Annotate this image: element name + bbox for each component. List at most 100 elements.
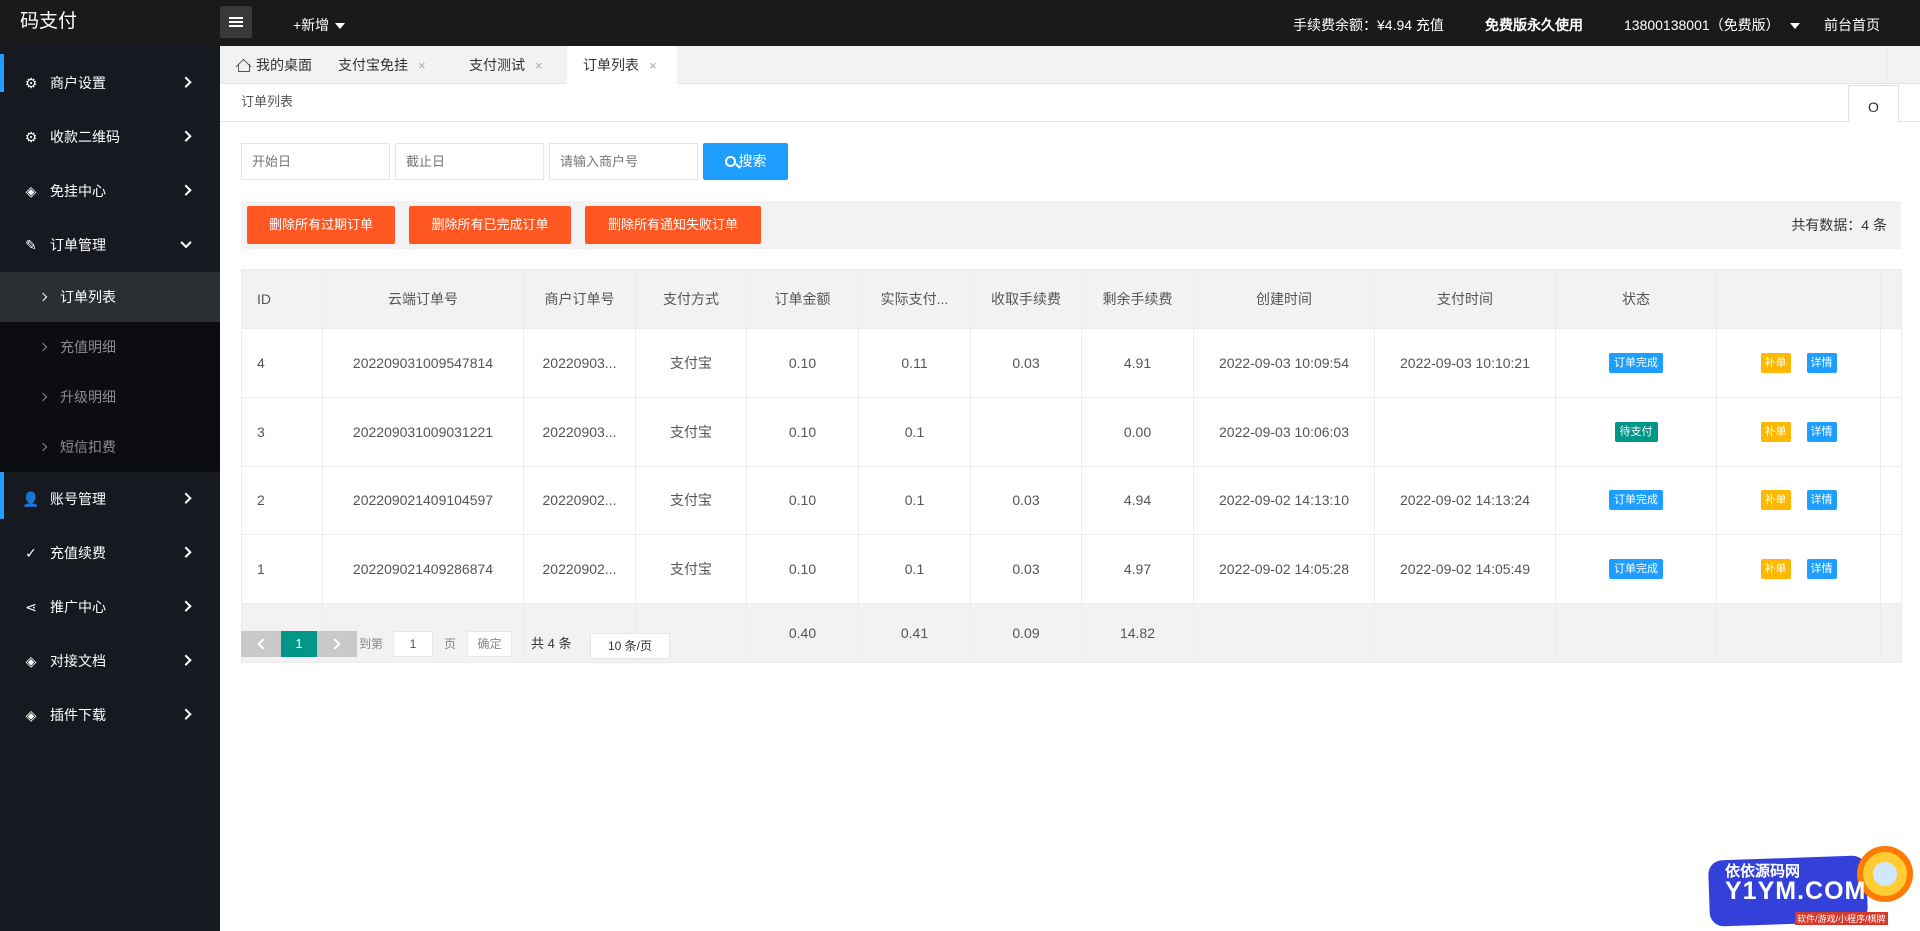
table-row: 3 202209031009031221 20220903... 支付宝 0.1… <box>241 396 1902 467</box>
column-header[interactable]: 商户订单号 <box>523 269 636 329</box>
sidebar-item-plugin-download[interactable]: ◈ 插件下载 <box>0 688 220 742</box>
delete-expired-button[interactable]: 删除所有过期订单 <box>247 206 395 244</box>
sidebar-item-api-docs[interactable]: ◈ 对接文档 <box>0 634 220 688</box>
tab-payment-test[interactable]: 支付测试 × <box>453 46 565 84</box>
total-remain: 14.82 <box>1081 603 1194 663</box>
cell-cloud-no: 202209021409104597 <box>322 465 524 536</box>
chevron-right-icon <box>38 442 48 452</box>
sidebar-item-order-management[interactable]: ✎ 订单管理 <box>0 218 220 272</box>
cell-created: 2022-09-02 14:13:10 <box>1193 465 1375 536</box>
table-scroll-gutter <box>1880 269 1902 329</box>
page-size-select[interactable]: 10 条/页 <box>590 633 670 659</box>
close-icon[interactable]: × <box>418 58 426 73</box>
sidebar: ⚙ 商户设置 ⚙ 收款二维码 ◈ 免挂中心 ✎ 订单管理 订单列表 充值明细 升级明细 … <box>0 46 220 931</box>
cube-icon: ◈ <box>25 183 37 199</box>
sidebar-item-merchant-settings[interactable]: ⚙ 商户设置 <box>0 56 220 110</box>
sidebar-item-label: 推广中心 <box>50 599 106 615</box>
cell-cloud-no: 202209031009031221 <box>322 396 524 467</box>
account-menu[interactable]: 13800138001（免费版） <box>1624 0 1800 46</box>
sidebar-item-promotion[interactable]: ⋖ 推广中心 <box>0 580 220 634</box>
tab-alipay-free[interactable]: 支付宝免挂 × <box>322 46 444 84</box>
sidebar-item-label: 订单管理 <box>50 237 106 253</box>
detail-button[interactable]: 详情 <box>1806 421 1837 442</box>
sidebar-subitem-recharge-details[interactable]: 充值明细 <box>0 322 220 372</box>
sidebar-toggle-button[interactable] <box>220 6 252 38</box>
end-date-input[interactable]: 截止日 <box>395 143 544 180</box>
merchant-no-input[interactable]: 请输入商户号 <box>549 143 698 180</box>
cell-fee: 0.03 <box>970 465 1082 536</box>
cell-fee <box>970 396 1082 467</box>
sidebar-item-label: 收款二维码 <box>50 129 120 145</box>
cell-id: 1 <box>241 534 323 604</box>
cell-amount: 0.10 <box>746 465 859 536</box>
next-page-button[interactable] <box>317 631 357 657</box>
fill-order-button[interactable]: 补单 <box>1760 490 1791 511</box>
refresh-button[interactable]: O <box>1848 85 1899 122</box>
cell-remain: 4.91 <box>1081 328 1194 398</box>
cell-method: 支付宝 <box>635 534 747 604</box>
cell-actions: 补单 详情 <box>1716 396 1881 467</box>
column-header[interactable]: 创建时间 <box>1193 269 1375 329</box>
search-button[interactable]: 搜索 <box>703 143 788 180</box>
sidebar-subitem-upgrade-details[interactable]: 升级明细 <box>0 372 220 422</box>
chevron-right-icon <box>180 546 192 558</box>
detail-button[interactable]: 详情 <box>1806 490 1837 511</box>
home-icon <box>236 59 250 72</box>
cell-created: 2022-09-03 10:06:03 <box>1193 396 1375 467</box>
column-header[interactable]: ID <box>241 269 323 329</box>
chevron-right-icon <box>180 654 192 666</box>
sidebar-subitem-sms-charges[interactable]: 短信扣费 <box>0 422 220 472</box>
column-header[interactable]: 订单金额 <box>746 269 859 329</box>
column-header[interactable]: 状态 <box>1555 269 1717 329</box>
cell-paid: 0.1 <box>858 534 971 604</box>
sidebar-subitem-label: 订单列表 <box>60 289 116 305</box>
sidebar-item-free-hosting[interactable]: ◈ 免挂中心 <box>0 164 220 218</box>
add-new-dropdown[interactable]: +新增 <box>293 0 346 46</box>
goto-confirm-button[interactable]: 确定 <box>467 631 512 657</box>
fill-order-button[interactable]: 补单 <box>1760 559 1791 580</box>
column-header[interactable]: 剩余手续费 <box>1081 269 1194 329</box>
fill-order-button[interactable]: 补单 <box>1760 352 1791 373</box>
gear-icon: ⚙ <box>24 75 38 91</box>
fill-order-button[interactable]: 补单 <box>1760 421 1791 442</box>
chevron-right-icon <box>180 600 192 612</box>
cell-actions: 补单 详情 <box>1716 328 1881 398</box>
sidebar-item-qrcode[interactable]: ⚙ 收款二维码 <box>0 110 220 164</box>
column-header[interactable]: 支付方式 <box>635 269 747 329</box>
front-home-link[interactable]: 前台首页 <box>1824 0 1880 46</box>
page-number-current[interactable]: 1 <box>281 631 317 657</box>
plan-label[interactable]: 免费版永久使用 <box>1485 0 1583 46</box>
cell-empty <box>1374 603 1556 663</box>
fee-balance[interactable]: 手续费余额：¥4.94 充值 <box>1293 0 1444 46</box>
sidebar-item-account-management[interactable]: 👤 账号管理 <box>0 472 220 526</box>
cell-empty <box>1555 603 1717 663</box>
delete-notify-failed-button[interactable]: 删除所有通知失败订单 <box>585 206 761 244</box>
column-header[interactable]: 收取手续费 <box>970 269 1082 329</box>
cell-merchant-no: 20220903... <box>523 328 636 398</box>
detail-button[interactable]: 详情 <box>1806 559 1837 580</box>
table-toolbar: 删除所有过期订单 删除所有已完成订单 删除所有通知失败订单 共有数据：4 条 <box>241 201 1901 249</box>
cell-remain: 4.97 <box>1081 534 1194 604</box>
tab-order-list[interactable]: 订单列表 × <box>567 46 677 84</box>
start-date-input[interactable]: 开始日 <box>241 143 390 180</box>
cell-status: 待支付 <box>1555 396 1717 467</box>
sidebar-item-recharge[interactable]: ✓ 充值续费 <box>0 526 220 580</box>
column-header[interactable]: 支付时间 <box>1374 269 1556 329</box>
column-header[interactable]: 云端订单号 <box>322 269 524 329</box>
delete-completed-button[interactable]: 删除所有已完成订单 <box>409 206 571 244</box>
close-icon[interactable]: × <box>535 58 543 73</box>
column-header[interactable]: 实际支付... <box>858 269 971 329</box>
app-logo[interactable]: 码支付 <box>20 0 77 46</box>
goto-page-input[interactable]: 1 <box>393 631 433 657</box>
sidebar-subitem-order-list[interactable]: 订单列表 <box>0 272 220 322</box>
search-icon <box>724 156 736 167</box>
check-icon: ✓ <box>25 545 37 561</box>
prev-page-button[interactable] <box>241 631 281 657</box>
detail-button[interactable]: 详情 <box>1806 352 1837 373</box>
cell-paid-at: 2022-09-02 14:05:49 <box>1374 534 1556 604</box>
sidebar-item-label: 免挂中心 <box>50 183 106 199</box>
chevron-right-icon <box>180 76 192 88</box>
close-icon[interactable]: × <box>649 58 657 73</box>
tabs-scroll-button[interactable] <box>1886 46 1920 84</box>
tab-my-desktop[interactable]: 我的桌面 <box>220 46 320 84</box>
